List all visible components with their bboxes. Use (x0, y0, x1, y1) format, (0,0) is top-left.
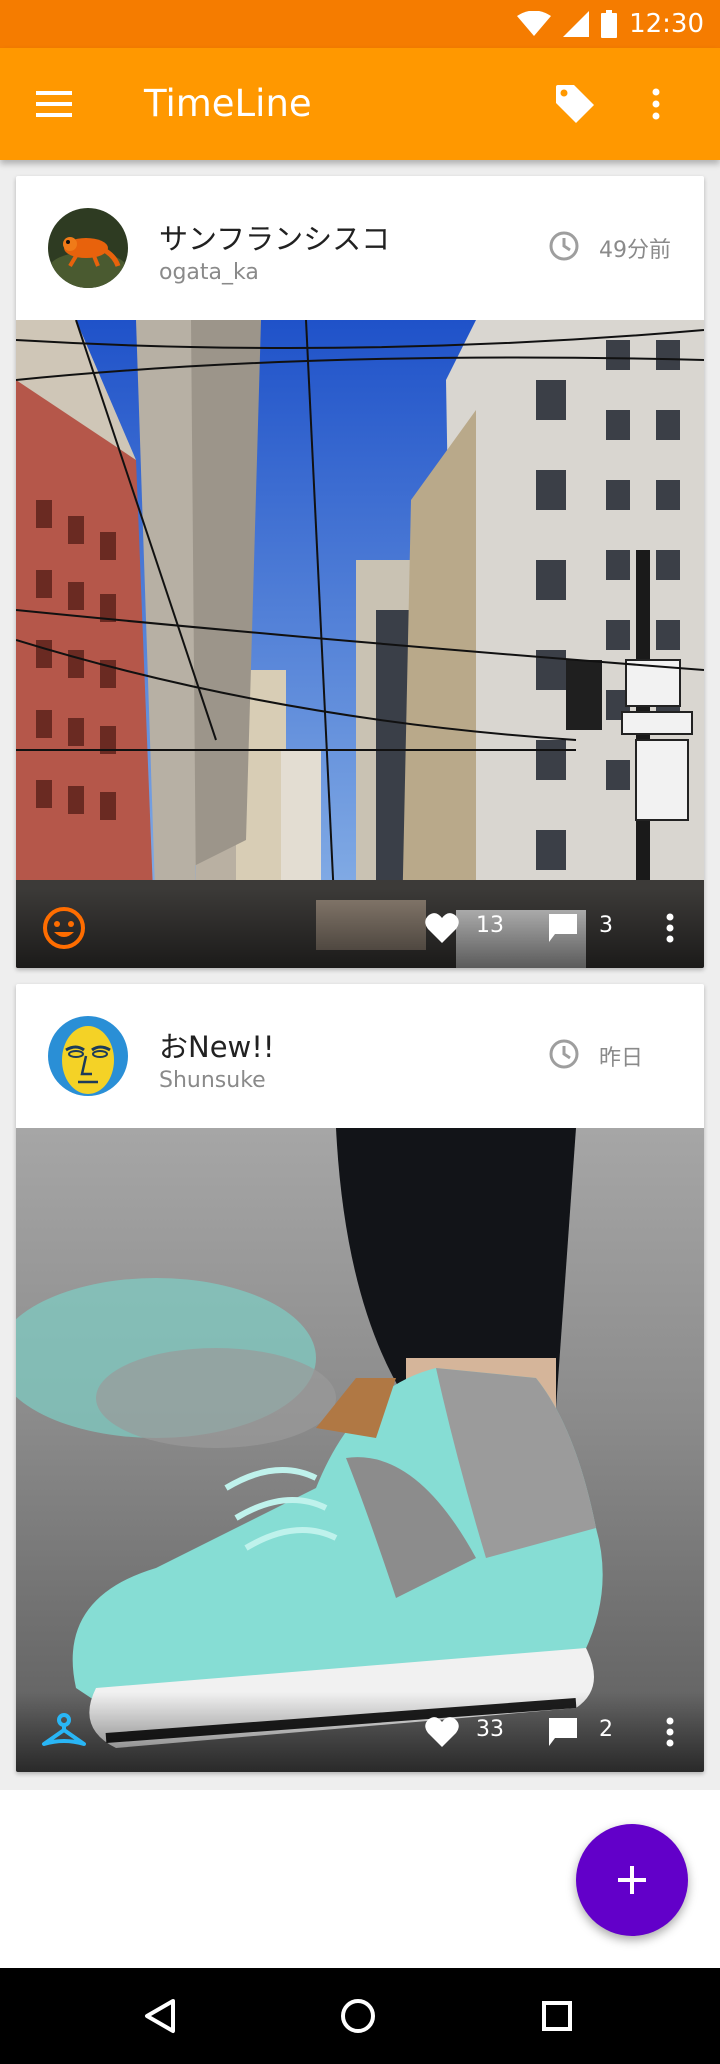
hanger-icon[interactable] (40, 1708, 88, 1756)
more-vert-icon (652, 88, 660, 120)
post-more-button[interactable] (658, 908, 682, 948)
smiley-face-icon[interactable] (40, 904, 88, 952)
post-actions-bar: 13 3 (16, 888, 704, 968)
clock-icon (549, 231, 579, 261)
like-count: 33 (476, 1717, 504, 1742)
home-icon (341, 1999, 375, 2033)
post-actions-bar: 33 2 (16, 1692, 704, 1772)
tag-icon (556, 85, 594, 123)
more-options-button[interactable] (626, 74, 686, 134)
status-time: 12:30 (629, 9, 704, 39)
post-photo[interactable]: 33 2 (16, 1128, 704, 1772)
recents-button[interactable] (527, 1986, 587, 2046)
post-more-button[interactable] (658, 1712, 682, 1752)
recents-icon (542, 2001, 572, 2031)
avatar[interactable] (48, 1016, 128, 1096)
post-title: おNew!! (159, 1030, 275, 1064)
comment-count: 3 (599, 913, 613, 938)
post-username[interactable]: Shunsuke (159, 1068, 266, 1093)
navigation-bar (0, 1968, 720, 2064)
status-bar: 12:30 (0, 0, 720, 48)
comment-icon[interactable] (547, 912, 579, 944)
home-button[interactable] (328, 1986, 388, 2046)
post-header: おNew!! Shunsuke 昨日 (16, 984, 704, 1128)
like-count: 13 (476, 913, 504, 938)
add-post-fab[interactable] (576, 1824, 688, 1936)
app-title: TimeLine (144, 82, 312, 125)
post-header: サンフランシスコ ogata_ka 49分前 (16, 176, 704, 320)
app-bar: TimeLine (0, 48, 720, 160)
back-icon (145, 1999, 175, 2033)
post-username[interactable]: ogata_ka (159, 260, 259, 285)
more-vert-icon (666, 1717, 674, 1747)
clock-icon (549, 1039, 579, 1069)
heart-icon[interactable] (424, 1714, 460, 1750)
post-title: サンフランシスコ (159, 222, 391, 256)
post-card[interactable]: おNew!! Shunsuke 昨日 33 2 (16, 984, 704, 1772)
post-time: 49分前 (599, 238, 671, 263)
comment-icon[interactable] (547, 1716, 579, 1748)
tag-button[interactable] (545, 74, 605, 134)
avatar[interactable] (48, 208, 128, 288)
post-photo[interactable]: 13 3 (16, 320, 704, 968)
cell-signal-icon (563, 11, 590, 37)
menu-button[interactable] (24, 74, 84, 134)
back-button[interactable] (130, 1986, 190, 2046)
status-icons: 12:30 (517, 0, 704, 48)
battery-icon (601, 10, 618, 38)
more-vert-icon (666, 913, 674, 943)
post-time: 昨日 (599, 1046, 644, 1071)
plus-icon (618, 1866, 646, 1894)
post-card[interactable]: サンフランシスコ ogata_ka 49分前 13 3 (16, 176, 704, 968)
comment-count: 2 (599, 1717, 613, 1742)
heart-icon[interactable] (424, 910, 460, 946)
menu-icon (36, 91, 72, 117)
wifi-icon (517, 11, 552, 36)
